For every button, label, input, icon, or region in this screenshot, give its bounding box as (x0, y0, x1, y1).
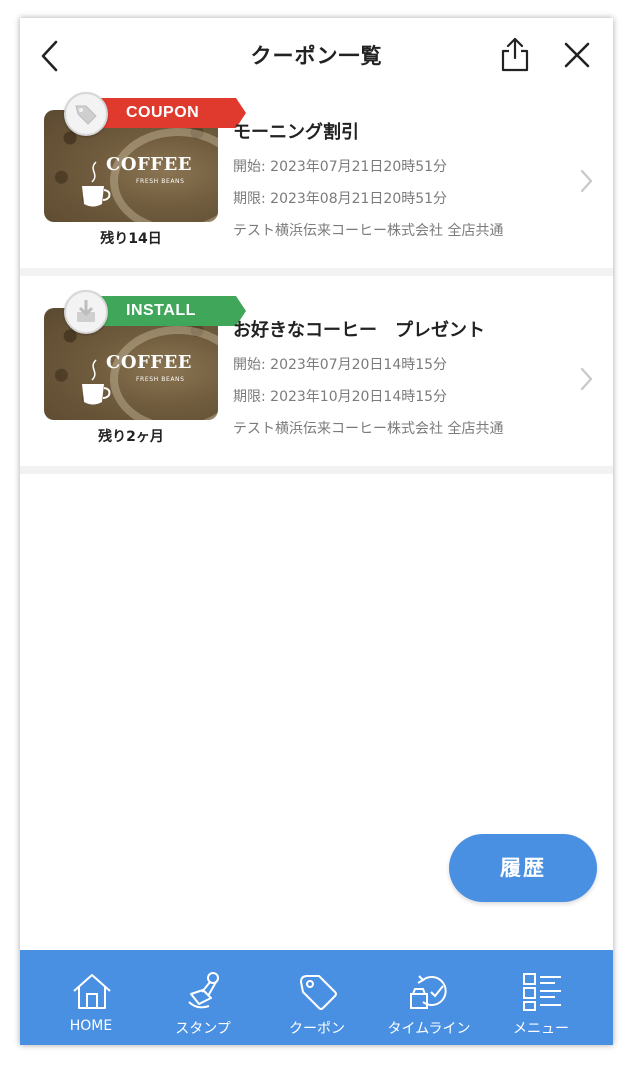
coupon-list-item[interactable]: COFFEE FRESH BEANS INSTALL 残り2ヶ月 お好きなコーヒ… (20, 290, 613, 465)
stamp-icon (188, 972, 219, 1009)
bottom-nav: HOME スタンプ クーポン タイムライン メニュー (20, 950, 613, 1045)
ribbon-label: INSTALL (126, 302, 196, 319)
remaining-days: 残り2ヶ月 (98, 429, 164, 445)
share-button[interactable] (498, 36, 532, 74)
app-screen: クーポン一覧 COFFEE FRESH BEANS COUPON 残り14日 モ… (20, 18, 613, 1045)
header-bar: クーポン一覧 (20, 18, 613, 92)
nav-label: スタンプ (175, 1021, 231, 1037)
nav-label: タイムライン (387, 1021, 471, 1037)
nav-label: HOME (69, 1018, 113, 1034)
remaining-days: 残り14日 (100, 231, 162, 247)
tag-icon (75, 105, 97, 125)
share-icon (501, 37, 529, 72)
coupon-tag-icon (300, 975, 337, 1010)
brand-subtext: FRESH BEANS (136, 178, 185, 185)
nav-stamp[interactable]: スタンプ (144, 950, 262, 1045)
coupon-list-item[interactable]: COFFEE FRESH BEANS COUPON 残り14日 モーニング割引 … (20, 92, 613, 267)
coupon-shop: テスト横浜伝来コーヒー株式会社 全店共通 (233, 421, 504, 437)
nav-home[interactable]: HOME (32, 950, 150, 1045)
close-button[interactable] (560, 38, 594, 72)
coupon-ribbon: COUPON (100, 98, 246, 128)
close-icon (564, 42, 590, 68)
coupon-start-date: 開始: 2023年07月21日20時51分 (233, 159, 448, 175)
divider (20, 466, 613, 474)
brand-text: COFFEE (106, 154, 193, 175)
brand-subtext: FRESH BEANS (136, 376, 185, 383)
chevron-right-icon (580, 367, 593, 391)
history-button[interactable]: 履歴 (449, 834, 597, 902)
home-icon (73, 974, 111, 1009)
nav-label: クーポン (289, 1021, 345, 1037)
chevron-right-icon (580, 169, 593, 193)
brand-text: COFFEE (106, 352, 193, 373)
coupon-start-date: 開始: 2023年07月20日14時15分 (233, 357, 448, 373)
nav-label: メニュー (513, 1021, 569, 1037)
coupon-title: お好きなコーヒー プレゼント (233, 320, 485, 341)
nav-menu[interactable]: メニュー (482, 950, 600, 1045)
coupon-title: モーニング割引 (233, 122, 359, 143)
nav-timeline[interactable]: タイムライン (370, 950, 488, 1045)
install-ribbon: INSTALL (100, 296, 246, 326)
coupon-shop: テスト横浜伝来コーヒー株式会社 全店共通 (233, 223, 504, 239)
timeline-icon (410, 975, 447, 1009)
download-icon (77, 300, 95, 322)
coupon-expiry-date: 期限: 2023年10月20日14時15分 (233, 389, 448, 405)
coupon-expiry-date: 期限: 2023年08月21日20時51分 (233, 191, 448, 207)
menu-list-icon (523, 973, 561, 1011)
badge-circle (64, 92, 108, 136)
divider (20, 268, 613, 276)
nav-coupon[interactable]: クーポン (258, 950, 376, 1045)
ribbon-label: COUPON (126, 104, 200, 121)
badge-circle (64, 290, 108, 334)
